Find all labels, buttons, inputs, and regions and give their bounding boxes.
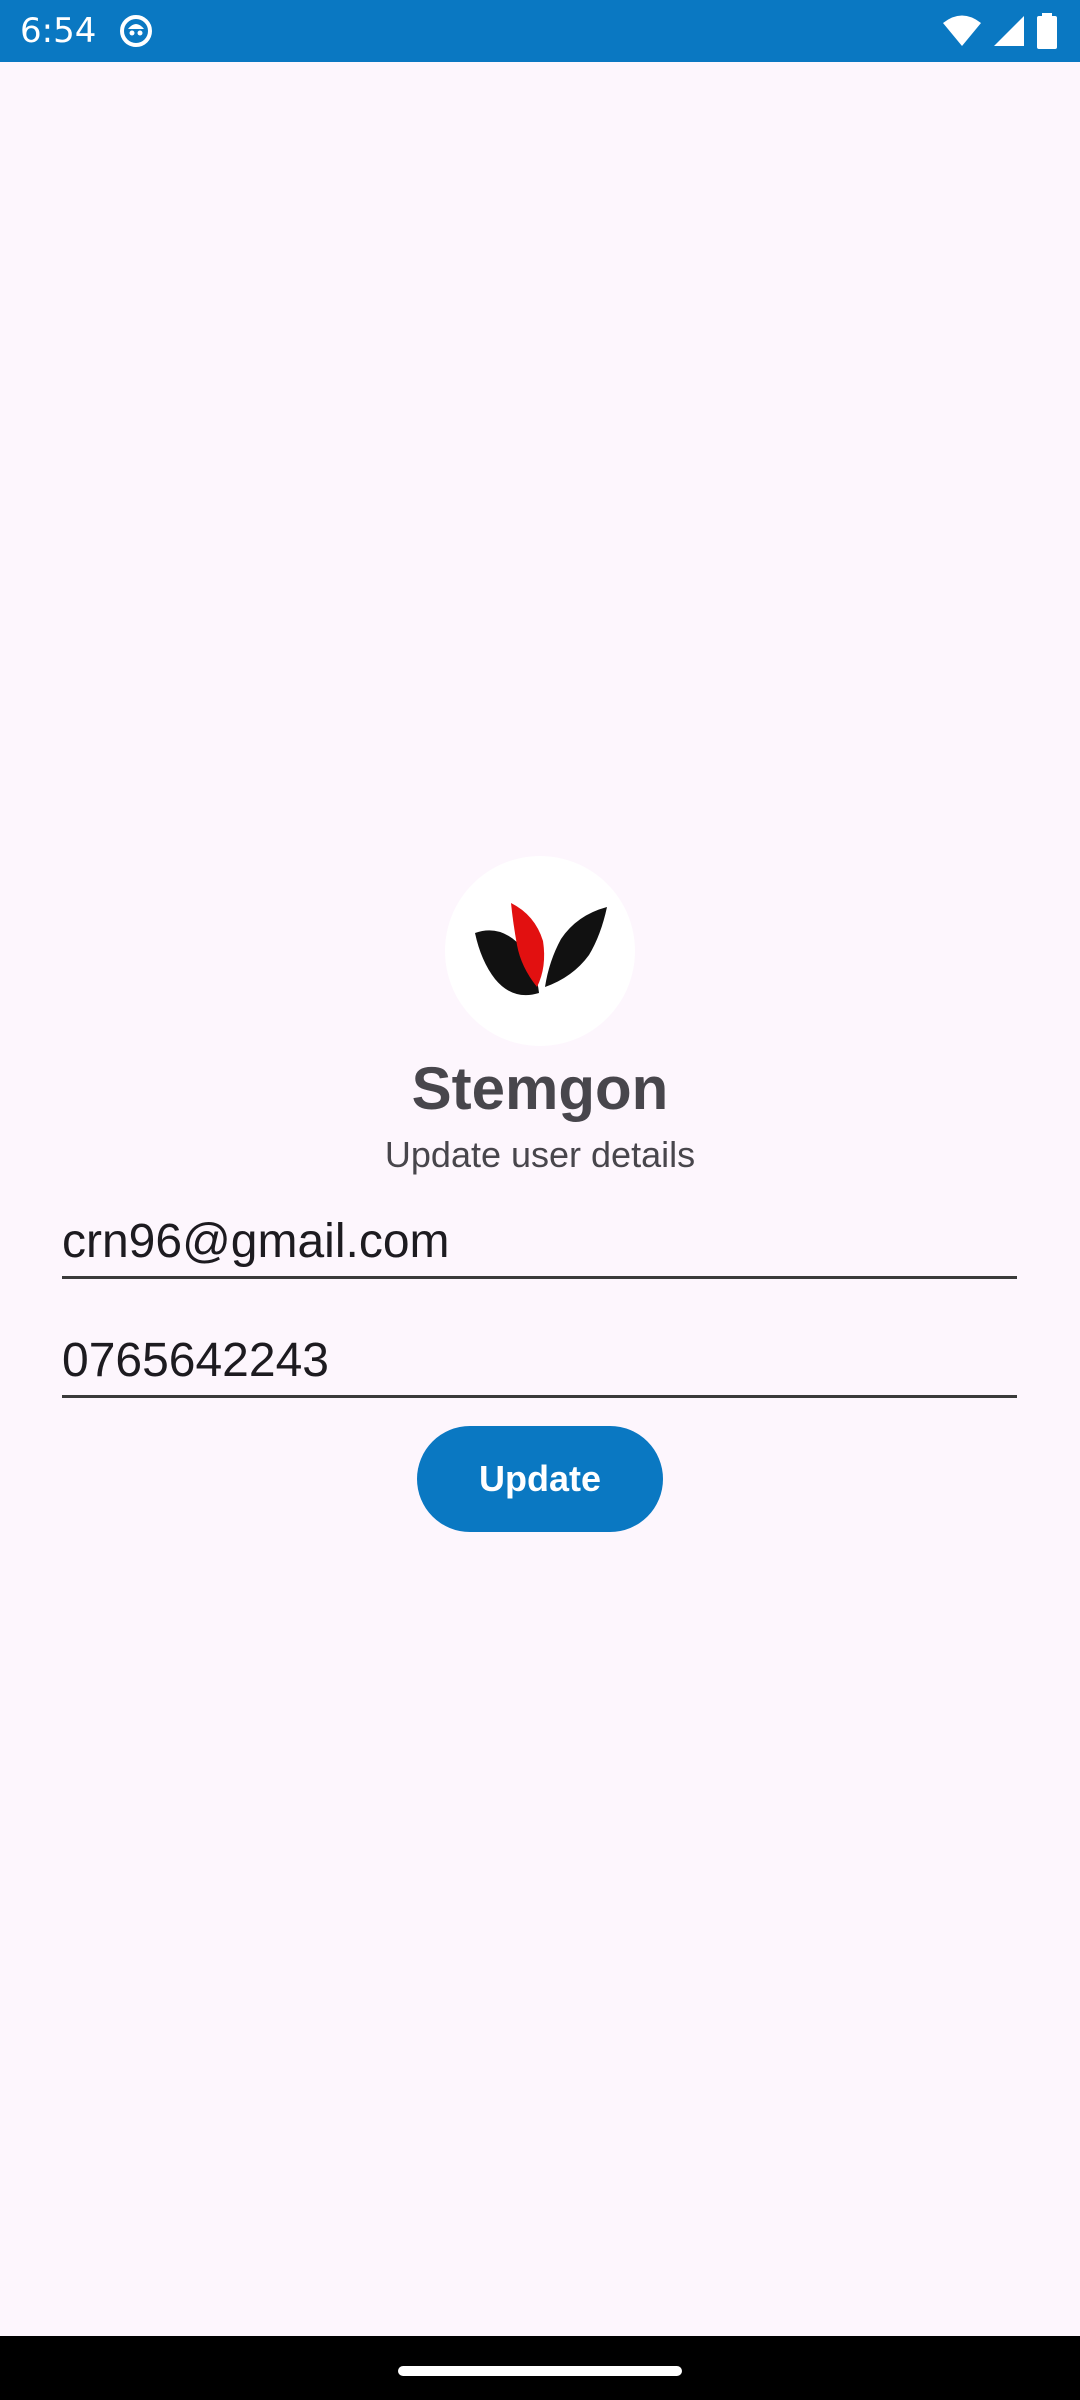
notification-icon	[118, 13, 154, 49]
app-title: Stemgon	[411, 1055, 669, 1122]
wifi-icon	[942, 14, 982, 48]
leaf-logo-icon	[475, 903, 607, 996]
battery-icon	[1036, 13, 1058, 49]
phone-field[interactable]	[62, 1325, 1017, 1398]
update-button[interactable]: Update	[417, 1426, 663, 1532]
status-time: 6:54	[20, 11, 97, 51]
cellular-signal-icon	[992, 14, 1026, 48]
home-gesture-handle[interactable]	[398, 2366, 682, 2376]
navigation-bar	[0, 2336, 1080, 2400]
status-icons	[942, 13, 1058, 49]
email-field[interactable]	[62, 1206, 1017, 1279]
status-bar: 6:54	[0, 0, 1080, 62]
app-logo	[445, 856, 635, 1046]
page-subtitle: Update user details	[384, 1134, 696, 1175]
